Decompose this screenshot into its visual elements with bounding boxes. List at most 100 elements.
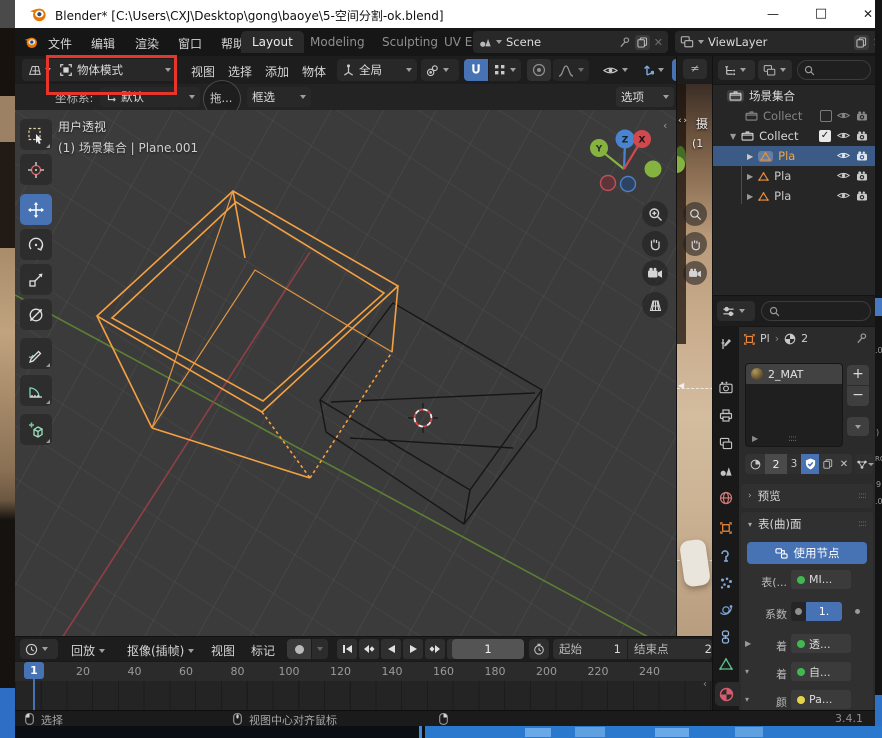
- gizmo-x-neg-axis[interactable]: [601, 176, 616, 191]
- end-frame-field[interactable]: 结束点 2: [628, 639, 712, 659]
- add-slot-button[interactable]: +: [847, 365, 869, 385]
- tab-particles[interactable]: [716, 573, 735, 592]
- outliner-row-plane-3[interactable]: ▶ Pla: [713, 186, 882, 206]
- tool-transform[interactable]: [20, 299, 52, 330]
- tab-object[interactable]: [716, 518, 735, 537]
- transform-orientation-dropdown[interactable]: 默认: [100, 87, 200, 107]
- eye-icon[interactable]: [837, 131, 850, 140]
- strip-pan-button[interactable]: [683, 232, 707, 256]
- camera-visibility-icon[interactable]: [856, 191, 868, 201]
- timeline-right-chevron[interactable]: ‹: [703, 679, 707, 690]
- eye-icon[interactable]: [837, 171, 850, 180]
- new-viewlayer-icon[interactable]: [854, 35, 869, 50]
- select-box-dropdown[interactable]: 框选: [247, 87, 311, 107]
- unlink-scene-icon[interactable]: ✕: [654, 36, 663, 49]
- shader2-disclosure[interactable]: ▾: [745, 667, 749, 676]
- camera-strip-viewport[interactable]: ≠ ‹ › 摄 (1 ◀: [676, 56, 713, 636]
- ortho-grid-button[interactable]: [642, 292, 668, 318]
- panel-drag-grip[interactable]: ::::: [858, 519, 866, 529]
- factor-socket-chip[interactable]: [791, 602, 806, 621]
- disclosure-triangle[interactable]: ▶: [747, 172, 753, 181]
- tab-render[interactable]: [716, 378, 735, 397]
- menu-select[interactable]: 选择: [228, 63, 252, 80]
- outliner-row-collection[interactable]: ▼ Collect ✓: [713, 126, 882, 146]
- zoom-button[interactable]: [642, 201, 668, 227]
- tab-view-layer[interactable]: [716, 434, 735, 453]
- eye-icon[interactable]: [837, 191, 850, 200]
- factor-value-slider[interactable]: 1.: [806, 602, 842, 621]
- outliner-row-plane-selected[interactable]: ▶ Pla: [713, 146, 882, 166]
- outliner-row-plane-2[interactable]: ▶ Pla: [713, 166, 882, 186]
- outliner-display-dropdown[interactable]: [758, 60, 792, 80]
- new-scene-icon[interactable]: [635, 35, 650, 50]
- disclosure-triangle[interactable]: ▶: [747, 152, 753, 161]
- gizmo-z-neg-axis[interactable]: [621, 177, 636, 192]
- snap-with-dropdown[interactable]: [489, 59, 521, 81]
- material-name-field[interactable]: 2: [765, 454, 787, 474]
- tab-output[interactable]: [716, 406, 735, 425]
- material-slot-item[interactable]: 2_MAT: [746, 364, 842, 384]
- tab-object-data[interactable]: [716, 654, 735, 673]
- copy-datablock-icon[interactable]: [819, 454, 836, 474]
- browse-material-icon[interactable]: [745, 454, 765, 474]
- use-preview-range-toggle[interactable]: [529, 639, 549, 659]
- shader1-disclosure[interactable]: ▶: [745, 639, 751, 648]
- blender-menu-icon[interactable]: [23, 34, 39, 50]
- tool-select-box[interactable]: [20, 119, 52, 150]
- users-count-button[interactable]: 3: [787, 454, 801, 474]
- menu-timeline-view[interactable]: 视图: [211, 642, 235, 659]
- timeline-track-area[interactable]: [15, 681, 712, 711]
- maximize-button[interactable]: □: [799, 6, 843, 21]
- minimize-button[interactable]: —: [751, 7, 795, 21]
- tab-layout[interactable]: Layout: [241, 31, 304, 53]
- scene-selector[interactable]: Scene ✕: [473, 31, 668, 53]
- camera-visibility-icon[interactable]: [856, 131, 868, 141]
- color-disclosure[interactable]: ▾: [745, 695, 749, 704]
- tab-world[interactable]: [716, 488, 735, 507]
- visibility-dropdown[interactable]: [598, 59, 632, 81]
- outliner-row-collection-excluded[interactable]: Collect: [713, 106, 882, 126]
- tool-move[interactable]: [20, 194, 52, 225]
- falloff-dropdown[interactable]: [553, 59, 589, 81]
- keyframe-decorator-dot[interactable]: [855, 609, 860, 614]
- tool-add-cube[interactable]: [20, 414, 52, 445]
- tab-tool[interactable]: [716, 334, 735, 353]
- auto-keying-toggle[interactable]: [287, 639, 311, 659]
- breadcrumb-data[interactable]: 2: [801, 332, 808, 345]
- menu-playback[interactable]: 回放: [71, 642, 105, 659]
- viewlayer-selector[interactable]: ViewLayer ✕: [675, 31, 882, 53]
- exclude-checkbox-checked[interactable]: ✓: [819, 130, 831, 142]
- snap-toggle[interactable]: [464, 59, 488, 81]
- panel-resize-chevrons[interactable]: ‹ ›: [678, 116, 687, 126]
- color-dropdown[interactable]: Pa...: [791, 690, 851, 709]
- start-frame-field[interactable]: 起始 1: [553, 639, 627, 659]
- disclosure-triangle-open[interactable]: ▼: [730, 132, 736, 141]
- menu-view[interactable]: 视图: [191, 63, 215, 80]
- camera-view-button[interactable]: [642, 260, 668, 286]
- tab-material[interactable]: [717, 685, 736, 704]
- play-button[interactable]: [403, 639, 423, 659]
- menu-window[interactable]: 窗口: [178, 35, 202, 52]
- exclude-checkbox-unchecked[interactable]: [820, 110, 832, 122]
- strip-zoom-button[interactable]: [683, 202, 707, 226]
- breadcrumb-object[interactable]: Pl: [760, 332, 770, 345]
- playhead-badge[interactable]: 1: [24, 662, 44, 679]
- menu-edit[interactable]: 编辑: [91, 35, 115, 52]
- menu-keying[interactable]: 抠像(插帧): [127, 642, 194, 659]
- mode-dropdown[interactable]: 物体模式: [54, 59, 176, 81]
- tool-annotate[interactable]: [20, 338, 52, 369]
- preview-panel-header[interactable]: › 预览 ::::: [741, 484, 873, 508]
- outliner-editor-dropdown[interactable]: [718, 60, 755, 80]
- properties-search-input[interactable]: [761, 301, 871, 321]
- next-keyframe-button[interactable]: [425, 639, 445, 659]
- current-frame-field[interactable]: 1: [452, 639, 524, 659]
- outliner-search-input[interactable]: [797, 60, 871, 80]
- menu-file[interactable]: 文件: [48, 35, 72, 52]
- shader1-dropdown[interactable]: 透...: [791, 634, 851, 653]
- remove-slot-button[interactable]: −: [847, 386, 869, 406]
- tab-modeling[interactable]: Modeling: [299, 31, 376, 53]
- tab-scene[interactable]: [716, 461, 735, 480]
- navigation-gizmo[interactable]: Y Z X: [583, 122, 675, 202]
- eye-icon[interactable]: [837, 151, 850, 160]
- shader2-dropdown[interactable]: 自...: [791, 662, 851, 681]
